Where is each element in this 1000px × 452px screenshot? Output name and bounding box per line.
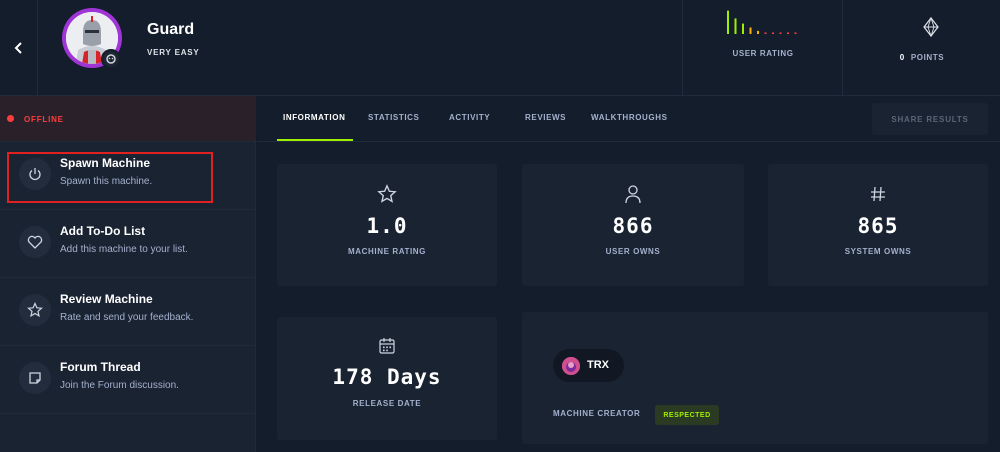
- points-diamond-icon: [923, 17, 939, 37]
- tab-statistics[interactable]: STATISTICS: [368, 113, 419, 122]
- linux-os-icon: [101, 49, 121, 69]
- points-block: 0 POINTS: [842, 0, 1000, 96]
- sidebar: OFFLINE Spawn Machine Spawn this machine…: [0, 96, 256, 452]
- user-rating[interactable]: USER RATING: [682, 0, 842, 96]
- active-tab-indicator: [277, 139, 353, 141]
- user-icon: [625, 185, 641, 204]
- rating-bar: [742, 23, 744, 34]
- action-title: Review Machine: [60, 292, 153, 306]
- tab-information[interactable]: INFORMATION: [283, 113, 345, 122]
- rating-bar: [734, 18, 737, 34]
- hash-icon: [871, 186, 885, 202]
- tab-walkthroughs[interactable]: WALKTHROUGHS: [591, 113, 668, 122]
- rating-bar: [757, 30, 759, 34]
- review-machine-button[interactable]: Review Machine Rate and send your feedba…: [0, 278, 256, 346]
- rating-bars-chart: [727, 10, 797, 34]
- rating-bar: [787, 32, 789, 34]
- creator-chip[interactable]: TRX: [553, 349, 624, 382]
- spawn-machine-button[interactable]: Spawn Machine Spawn this machine.: [0, 142, 256, 210]
- stat-value: 865: [857, 214, 899, 238]
- share-results-button[interactable]: SHARE RESULTS: [872, 103, 988, 135]
- creator-card: TRX MACHINE CREATOR RESPECTED: [522, 312, 988, 444]
- creator-name: TRX: [587, 359, 609, 371]
- back-button[interactable]: [0, 0, 38, 96]
- stat-label: SYSTEM OWNS: [844, 247, 912, 256]
- release-label: RELEASE DATE: [352, 399, 422, 408]
- rating-bar: [779, 32, 782, 34]
- tab-reviews[interactable]: REVIEWS: [525, 113, 566, 122]
- status-dot-icon: [7, 115, 14, 122]
- stat-label: MACHINE RATING: [347, 247, 427, 256]
- action-subtitle: Spawn this machine.: [60, 176, 153, 187]
- heart-icon: [19, 226, 51, 258]
- release-value: 178 Days: [332, 365, 442, 389]
- creator-avatar: [562, 357, 580, 375]
- action-subtitle: Rate and send your feedback.: [60, 312, 194, 323]
- rating-bar: [772, 32, 774, 34]
- action-title: Add To-Do List: [60, 224, 146, 238]
- stat-label: USER OWNS: [605, 247, 661, 256]
- forum-icon: [19, 362, 51, 394]
- rating-bar: [794, 32, 797, 34]
- system-owns-card: 865 SYSTEM OWNS: [768, 164, 988, 286]
- respected-badge: RESPECTED: [655, 405, 719, 425]
- add-todo-button[interactable]: Add To-Do List Add this machine to your …: [0, 210, 256, 278]
- rating-bar: [749, 27, 752, 34]
- user-owns-card: 866 USER OWNS: [522, 164, 744, 286]
- rating-bar: [764, 32, 767, 34]
- machine-status: OFFLINE: [0, 96, 256, 142]
- machine-header: Guard VERY EASY USER RATING 0 POINTS: [0, 0, 1000, 96]
- star-icon: [19, 294, 51, 326]
- points-label: POINTS: [910, 53, 945, 62]
- release-date-card: 178 Days RELEASE DATE: [277, 317, 497, 440]
- tab-bar: INFORMATION STATISTICS ACTIVITY REVIEWS …: [257, 96, 1000, 142]
- star-icon: [377, 184, 397, 203]
- tab-activity[interactable]: ACTIVITY: [449, 113, 490, 122]
- chevron-left-icon: [14, 42, 22, 54]
- action-title: Forum Thread: [60, 360, 141, 374]
- stat-value: 866: [612, 214, 654, 238]
- user-rating-label: USER RATING: [732, 49, 794, 58]
- calendar-icon: [379, 338, 395, 354]
- status-text: OFFLINE: [24, 115, 64, 124]
- creator-label: MACHINE CREATOR: [553, 409, 641, 418]
- machine-name: Guard: [147, 21, 195, 38]
- stat-value: 1.0: [366, 214, 408, 238]
- forum-thread-button[interactable]: Forum Thread Join the Forum discussion.: [0, 346, 256, 414]
- difficulty-label: VERY EASY: [147, 48, 200, 57]
- action-title: Spawn Machine: [60, 156, 151, 170]
- machine-rating-card: 1.0 MACHINE RATING: [277, 164, 497, 286]
- power-icon: [19, 158, 51, 190]
- rating-bar: [727, 10, 729, 34]
- action-subtitle: Add this machine to your list.: [60, 244, 188, 255]
- action-subtitle: Join the Forum discussion.: [60, 380, 179, 391]
- points-value: 0: [899, 53, 905, 62]
